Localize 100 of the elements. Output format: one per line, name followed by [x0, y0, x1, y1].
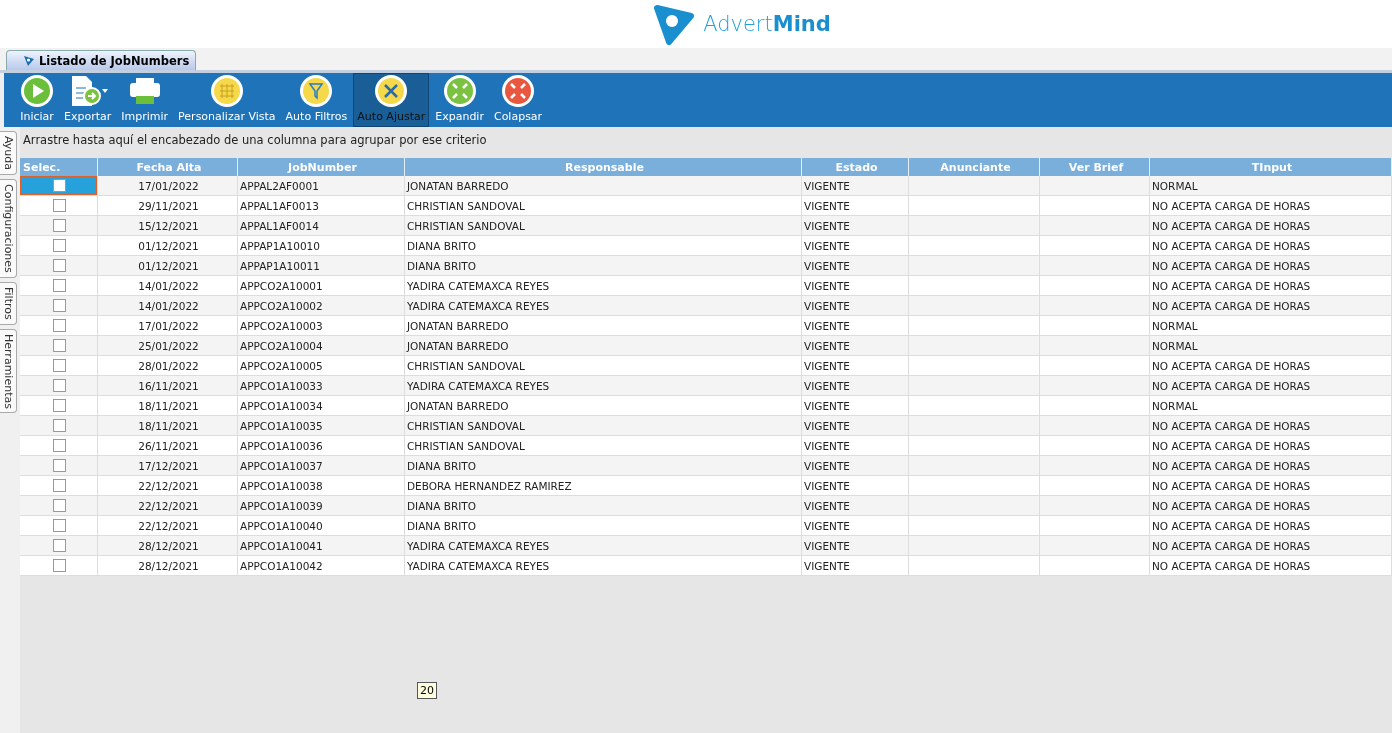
toolbar-button[interactable]: Auto Filtros: [281, 73, 352, 127]
toolbar-button[interactable]: Imprimir: [117, 73, 173, 127]
select-cell[interactable]: [20, 276, 98, 296]
select-cell[interactable]: [20, 236, 98, 256]
table-cell: NO ACEPTA CARGA DE HORAS: [1150, 536, 1392, 556]
select-cell[interactable]: [20, 416, 98, 436]
table-cell: VIGENTE: [802, 296, 909, 316]
select-cell[interactable]: [20, 536, 98, 556]
checkbox[interactable]: [53, 539, 66, 552]
checkbox[interactable]: [53, 559, 66, 572]
table-cell: DIANA BRITO: [405, 496, 802, 516]
table-cell: 17/01/2022: [98, 176, 238, 196]
logo-icon: [23, 54, 35, 67]
checkbox[interactable]: [53, 359, 66, 372]
table-cell: NO ACEPTA CARGA DE HORAS: [1150, 236, 1392, 256]
grid-icon: [209, 74, 244, 108]
table-cell: VIGENTE: [802, 276, 909, 296]
table-cell: JONATAN BARREDO: [405, 176, 802, 196]
table-cell: DEBORA HERNANDEZ RAMIREZ: [405, 476, 802, 496]
table-cell: VIGENTE: [802, 456, 909, 476]
select-cell[interactable]: [20, 456, 98, 476]
checkbox[interactable]: [53, 519, 66, 532]
table-cell: VIGENTE: [802, 256, 909, 276]
select-cell[interactable]: [20, 376, 98, 396]
table-cell: NO ACEPTA CARGA DE HORAS: [1150, 256, 1392, 276]
table-cell: APPCO2A10004: [238, 336, 405, 356]
table-cell: VIGENTE: [802, 236, 909, 256]
table-cell: 28/12/2021: [98, 536, 238, 556]
select-cell[interactable]: [20, 336, 98, 356]
select-cell[interactable]: [20, 356, 98, 376]
toolbar-button[interactable]: Expandir: [431, 73, 488, 127]
table-cell: APPCO2A10005: [238, 356, 405, 376]
table-cell: VIGENTE: [802, 416, 909, 436]
checkbox[interactable]: [53, 459, 66, 472]
logo-text: AdvertMind: [703, 12, 831, 36]
table-cell: YADIRA CATEMAXCA REYES: [405, 376, 802, 396]
checkbox[interactable]: [53, 279, 66, 292]
select-cell[interactable]: [20, 436, 98, 456]
checkbox[interactable]: [53, 199, 66, 212]
table-cell: VIGENTE: [802, 556, 909, 576]
table-cell: 28/12/2021: [98, 556, 238, 576]
table-cell: 15/12/2021: [98, 216, 238, 236]
table-cell: CHRISTIAN SANDOVAL: [405, 436, 802, 456]
select-cell[interactable]: [20, 516, 98, 536]
checkbox[interactable]: [53, 499, 66, 512]
select-cell[interactable]: [20, 296, 98, 316]
toolbar-button[interactable]: Exportar: [60, 73, 116, 127]
select-cell[interactable]: [20, 196, 98, 216]
checkbox[interactable]: [53, 479, 66, 492]
table-cell: VIGENTE: [802, 336, 909, 356]
select-cell[interactable]: [20, 396, 98, 416]
select-cell[interactable]: [20, 256, 98, 276]
table-cell: APPAL1AF0013: [238, 196, 405, 216]
table-cell: NO ACEPTA CARGA DE HORAS: [1150, 296, 1392, 316]
table-cell: VIGENTE: [802, 176, 909, 196]
checkbox[interactable]: [53, 399, 66, 412]
select-cell[interactable]: [20, 316, 98, 336]
table-cell: 25/01/2022: [98, 336, 238, 356]
document-tab[interactable]: Listado de JobNumbers: [6, 50, 197, 70]
table-cell: CHRISTIAN SANDOVAL: [405, 416, 802, 436]
side-tab[interactable]: Ayuda: [0, 131, 17, 175]
checkbox[interactable]: [53, 179, 66, 192]
side-tab[interactable]: Configuraciones: [0, 179, 17, 278]
select-cell[interactable]: [20, 216, 98, 236]
toolbar-button[interactable]: Colapsar: [489, 73, 547, 127]
row-count: 20: [417, 682, 437, 699]
select-cell[interactable]: [20, 496, 98, 516]
toolbar-button[interactable]: Iniciar: [16, 73, 58, 127]
table-cell: VIGENTE: [802, 396, 909, 416]
select-cell[interactable]: [20, 476, 98, 496]
select-cell[interactable]: [20, 556, 98, 576]
toolbar-button[interactable]: Auto Ajustar: [353, 73, 430, 127]
table-cell: NO ACEPTA CARGA DE HORAS: [1150, 376, 1392, 396]
table-cell: NO ACEPTA CARGA DE HORAS: [1150, 556, 1392, 576]
toolbar-button[interactable]: Personalizar Vista: [174, 73, 280, 127]
table-cell: JONATAN BARREDO: [405, 396, 802, 416]
group-hint: Arrastre hasta aquí el encabezado de una columna para agrupar por ese criterio: [22, 132, 488, 149]
select-cell[interactable]: [20, 176, 98, 196]
checkbox[interactable]: [53, 419, 66, 432]
table-cell: NO ACEPTA CARGA DE HORAS: [1150, 356, 1392, 376]
checkbox[interactable]: [53, 259, 66, 272]
checkbox[interactable]: [53, 219, 66, 232]
checkbox[interactable]: [53, 379, 66, 392]
table-cell: NO ACEPTA CARGA DE HORAS: [1150, 456, 1392, 476]
checkbox[interactable]: [53, 339, 66, 352]
tools-icon: [374, 74, 409, 108]
checkbox[interactable]: [53, 319, 66, 332]
table-cell: APPAP1A10011: [238, 256, 405, 276]
table-cell: APPCO1A10039: [238, 496, 405, 516]
table-cell: APPCO1A10035: [238, 416, 405, 436]
side-tab[interactable]: Herramientas: [0, 328, 17, 414]
checkbox[interactable]: [53, 299, 66, 312]
table-cell: DIANA BRITO: [405, 256, 802, 276]
side-tab[interactable]: Filtros: [0, 281, 17, 325]
table-cell: NORMAL: [1150, 176, 1392, 196]
checkbox[interactable]: [53, 239, 66, 252]
table-cell: VIGENTE: [802, 476, 909, 496]
checkbox[interactable]: [53, 439, 66, 452]
table-cell: 16/11/2021: [98, 376, 238, 396]
table-cell: NO ACEPTA CARGA DE HORAS: [1150, 196, 1392, 216]
